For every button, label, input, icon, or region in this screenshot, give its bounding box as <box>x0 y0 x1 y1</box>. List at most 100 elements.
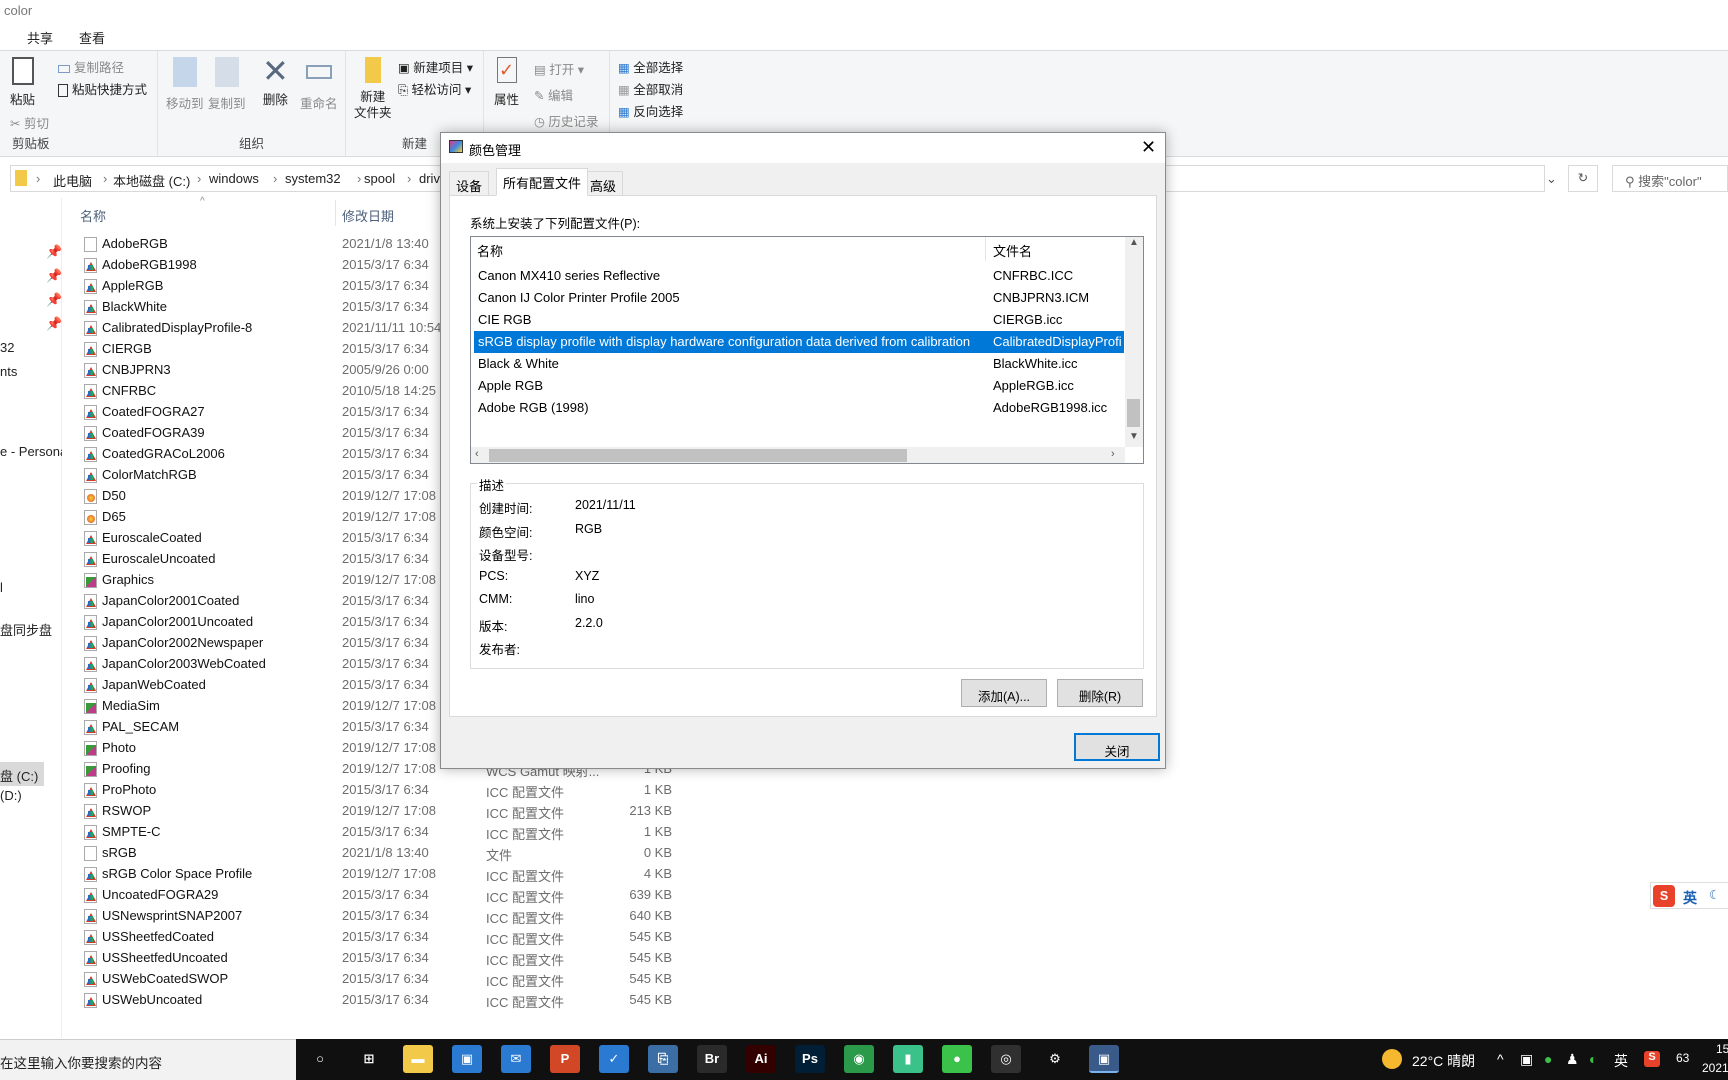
refresh-icon[interactable]: ↻ <box>1568 165 1598 192</box>
taskbar-color-management-icon[interactable]: ▣ <box>1089 1045 1119 1073</box>
search-input[interactable]: ⚲ 搜索"color" <box>1612 165 1728 192</box>
list-header-name[interactable]: 名称 <box>477 241 503 260</box>
ime-indicator[interactable]: 英 <box>1614 1051 1628 1071</box>
nav-item[interactable]: e - Persona <box>0 444 62 459</box>
taskbar-chrome-icon[interactable]: ◉ <box>844 1045 874 1073</box>
taskbar-cortana-icon[interactable]: ○ <box>305 1045 335 1073</box>
taskbar-settings-icon[interactable]: ⚙ <box>1040 1045 1070 1073</box>
rename-button[interactable]: 重命名 <box>300 57 338 112</box>
nav-item[interactable]: l <box>0 580 3 595</box>
profile-row[interactable]: Black & White BlackWhite.icc <box>474 353 1124 375</box>
tab-devices[interactable]: 设备 <box>449 171 490 195</box>
crumb-spool[interactable]: spool <box>364 171 395 186</box>
clock-date[interactable]: 2021 <box>1702 1061 1728 1075</box>
badge-63[interactable]: 63 <box>1676 1051 1689 1065</box>
nav-item-c-drive[interactable]: 盘 (C:) <box>0 762 44 786</box>
tab-all-profiles[interactable]: 所有配置文件 <box>496 168 589 196</box>
crumb-this-pc[interactable]: 此电脑 <box>53 171 92 190</box>
select-all-button[interactable]: ▦ 全部选择 <box>618 57 683 76</box>
crumb-windows[interactable]: windows <box>209 171 259 186</box>
taskbar-python-icon[interactable]: ⎘ <box>648 1045 678 1073</box>
ime-floating-bar[interactable]: S 英 ☾ <box>1650 882 1728 909</box>
cut-button[interactable]: ✂ 剪切 <box>10 113 49 132</box>
properties-button[interactable]: ✓ 属性 <box>494 57 519 108</box>
delete-button[interactable]: ✕ 删除 <box>262 53 289 108</box>
taskbar-ps-icon[interactable]: Ps <box>795 1045 825 1073</box>
taskbar-file-explorer-icon[interactable]: ▬ <box>403 1045 433 1073</box>
nav-item[interactable]: nts <box>0 364 17 379</box>
taskbar-task-view-icon[interactable]: ⊞ <box>354 1045 384 1073</box>
edit-button[interactable]: ✎ 编辑 <box>534 85 573 104</box>
qq-icon[interactable]: ♟ <box>1566 1051 1579 1068</box>
file-row[interactable]: USWebCoatedSWOP 2015/3/17 6:34 ICC 配置文件 … <box>84 969 684 990</box>
add-profile-button[interactable]: 添加(A)... <box>961 679 1047 707</box>
column-divider[interactable] <box>335 200 336 226</box>
file-row[interactable]: USWebUncoated 2015/3/17 6:34 ICC 配置文件 54… <box>84 990 684 1011</box>
file-row[interactable]: USNewsprintSNAP2007 2015/3/17 6:34 ICC 配… <box>84 906 684 927</box>
tab-advanced[interactable]: 高级 <box>583 171 624 195</box>
profile-row[interactable]: Canon IJ Color Printer Profile 2005 CNBJP… <box>474 287 1124 309</box>
paste-shortcut-button[interactable]: 粘贴快捷方式 <box>58 79 147 98</box>
crumb-drivers[interactable]: driv <box>419 171 440 186</box>
sogou-tray-icon[interactable]: S <box>1644 1051 1660 1067</box>
close-button[interactable]: 关闭 <box>1074 733 1160 761</box>
profiles-list[interactable]: 名称 文件名 Canon MX410 series Reflective CNFR… <box>470 236 1144 464</box>
nav-item-d-drive[interactable]: (D:) <box>0 788 22 803</box>
new-item-button[interactable]: ▣ 新建项目 ▾ <box>398 57 473 76</box>
chevron-up-icon[interactable]: ^ <box>1497 1051 1504 1067</box>
tray-icon-capture[interactable]: ▣ <box>1520 1051 1533 1068</box>
scrollbar-thumb[interactable] <box>489 449 907 462</box>
scroll-right-icon[interactable]: › <box>1111 448 1115 460</box>
profile-row[interactable]: Apple RGB AppleRGB.icc <box>474 375 1124 397</box>
crumb-c-drive[interactable]: 本地磁盘 (C:) <box>113 171 190 190</box>
taskbar-search[interactable]: 在这里输入你要搜索的内容 <box>0 1039 296 1080</box>
file-row[interactable]: USSheetfedUncoated 2015/3/17 6:34 ICC 配置… <box>84 948 684 969</box>
nav-item[interactable]: 32 <box>0 340 14 355</box>
paste-button[interactable]: 粘贴 <box>10 57 35 108</box>
vertical-scrollbar[interactable]: ▲ ▼ <box>1125 237 1143 447</box>
easy-access-button[interactable]: ⎘ 轻松访问 ▾ <box>398 79 471 98</box>
file-row[interactable]: SMPTE-C 2015/3/17 6:34 ICC 配置文件 1 KB <box>84 822 684 843</box>
move-to-button[interactable]: 移动到 <box>166 57 204 112</box>
profile-row[interactable]: Canon MX410 series Reflective CNFRBC.ICC <box>474 265 1124 287</box>
wechat-tray-icon[interactable]: ● <box>1544 1051 1552 1067</box>
new-folder-button[interactable]: 新建 文件夹 <box>354 57 392 121</box>
column-header-date[interactable]: 修改日期 <box>342 206 394 225</box>
remove-profile-button[interactable]: 删除(R) <box>1057 679 1143 707</box>
list-header-file[interactable]: 文件名 <box>993 241 1032 260</box>
tab-share[interactable]: 共享 <box>27 28 53 47</box>
network-app-icon[interactable]: ◐ <box>1589 1051 1597 1067</box>
horizontal-scrollbar[interactable]: ‹ › <box>471 447 1125 463</box>
close-icon[interactable]: ✕ <box>1141 137 1156 158</box>
ime-language[interactable]: 英 <box>1683 888 1697 908</box>
open-button[interactable]: ▤ 打开 ▾ <box>534 59 584 78</box>
scroll-up-icon[interactable]: ▲ <box>1125 237 1143 248</box>
taskbar-mail-icon[interactable]: ✉ <box>501 1045 531 1073</box>
scrollbar-thumb[interactable] <box>1127 399 1140 427</box>
profile-row[interactable]: sRGB display profile with display hardwa… <box>474 331 1124 353</box>
nav-item[interactable]: 盘同步盘 <box>0 620 52 639</box>
taskbar-obs-icon[interactable]: ◎ <box>991 1045 1021 1073</box>
taskbar-ai-icon[interactable]: Ai <box>746 1045 776 1073</box>
weather-text[interactable]: 22°C 晴朗 <box>1412 1051 1475 1071</box>
copy-to-button[interactable]: 复制到 <box>208 57 246 112</box>
file-row[interactable]: sRGB 2021/1/8 13:40 文件 0 KB <box>84 843 684 864</box>
profile-row[interactable]: CIE RGB CIERGB.icc <box>474 309 1124 331</box>
taskbar-powerpoint-icon[interactable]: P <box>550 1045 580 1073</box>
taskbar-store-icon[interactable]: ▣ <box>452 1045 482 1073</box>
chevron-down-icon[interactable]: ⌄ <box>1546 171 1557 187</box>
file-row[interactable]: USSheetfedCoated 2015/3/17 6:34 ICC 配置文件… <box>84 927 684 948</box>
file-row[interactable]: UncoatedFOGRA29 2015/3/17 6:34 ICC 配置文件 … <box>84 885 684 906</box>
copy-path-button[interactable]: 复制路径 <box>58 57 124 76</box>
moon-icon[interactable]: ☾ <box>1709 887 1720 902</box>
clock-time[interactable]: 15 <box>1716 1042 1728 1056</box>
file-row[interactable]: sRGB Color Space Profile 2019/12/7 17:08… <box>84 864 684 885</box>
taskbar-notes-icon[interactable]: ▮ <box>893 1045 923 1073</box>
invert-selection-button[interactable]: ▦ 反向选择 <box>618 101 683 120</box>
dialog-titlebar[interactable]: 颜色管理 ✕ <box>441 133 1165 163</box>
crumb-system32[interactable]: system32 <box>285 171 341 186</box>
taskbar-todo-icon[interactable]: ✓ <box>599 1045 629 1073</box>
scroll-down-icon[interactable]: ▼ <box>1129 431 1139 442</box>
scroll-left-icon[interactable]: ‹ <box>475 448 479 460</box>
profile-row[interactable]: Adobe RGB (1998) AdobeRGB1998.icc <box>474 397 1124 419</box>
